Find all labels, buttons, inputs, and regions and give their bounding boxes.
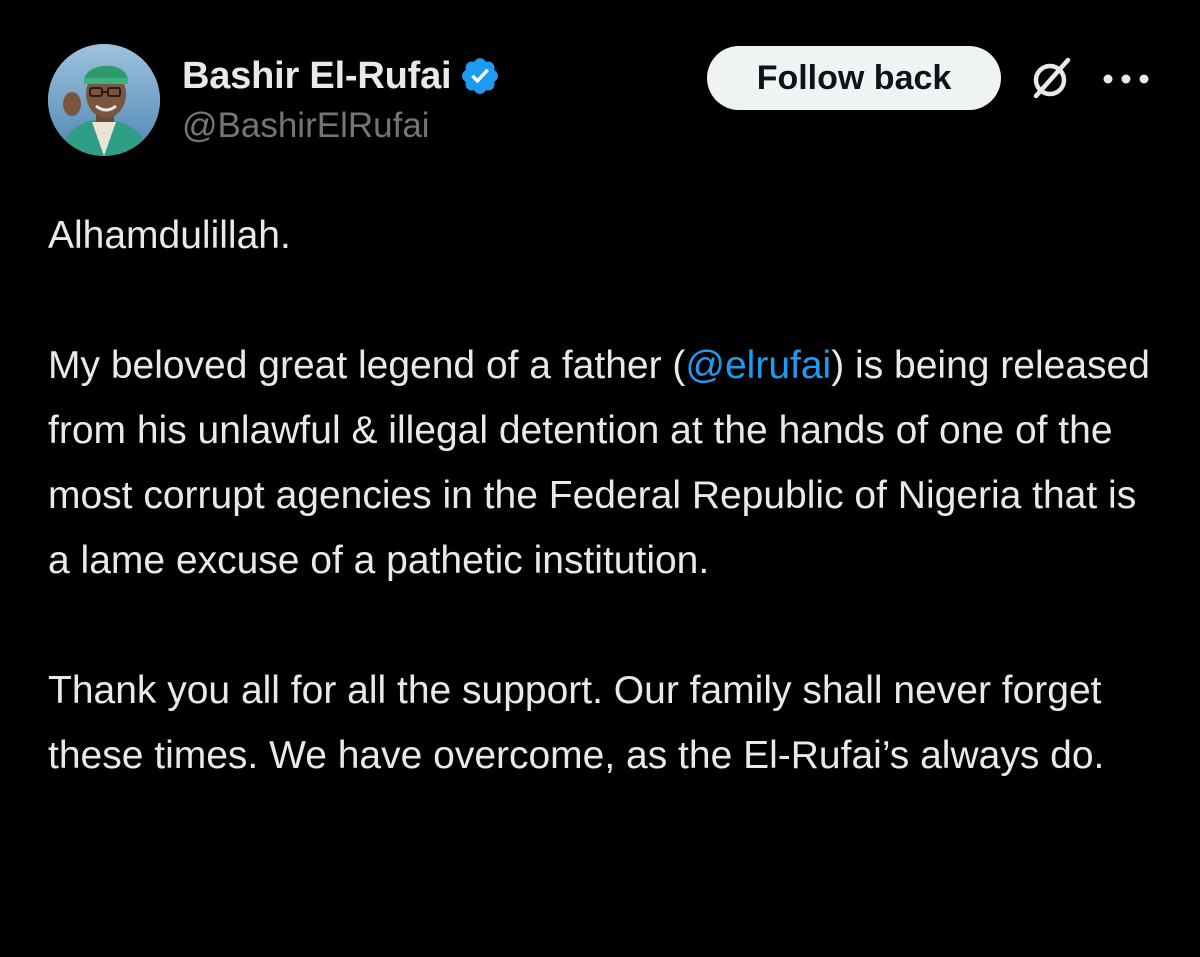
tweet-paragraph-3: Thank you all for all the support. Our f… [48, 669, 1105, 777]
verified-badge-icon[interactable] [459, 55, 501, 97]
paragraph-2-lead: My beloved great legend of a father ( [48, 344, 686, 387]
follow-back-button[interactable]: Follow back [707, 46, 1001, 110]
author-identity: Bashir El-Rufai @BashirElRufai [182, 52, 501, 146]
avatar-image [48, 44, 160, 156]
avatar[interactable] [48, 44, 160, 156]
tweet-header: Bashir El-Rufai @BashirElRufai Follow ba… [48, 44, 1158, 164]
author-handle[interactable]: @BashirElRufai [182, 106, 501, 146]
tweet: Bashir El-Rufai @BashirElRufai Follow ba… [0, 0, 1200, 957]
tweet-paragraph-2: My beloved great legend of a father (@el… [48, 333, 1168, 593]
grok-icon[interactable] [1028, 54, 1076, 102]
tweet-paragraph-1: Alhamdulillah. [48, 214, 291, 257]
author-display-name[interactable]: Bashir El-Rufai [182, 55, 452, 98]
name-row: Bashir El-Rufai [182, 52, 501, 100]
more-options-icon[interactable] [1102, 72, 1150, 84]
tweet-text: Alhamdulillah. My beloved great legend o… [48, 203, 1168, 788]
mention-link[interactable]: @elrufai [685, 344, 831, 387]
